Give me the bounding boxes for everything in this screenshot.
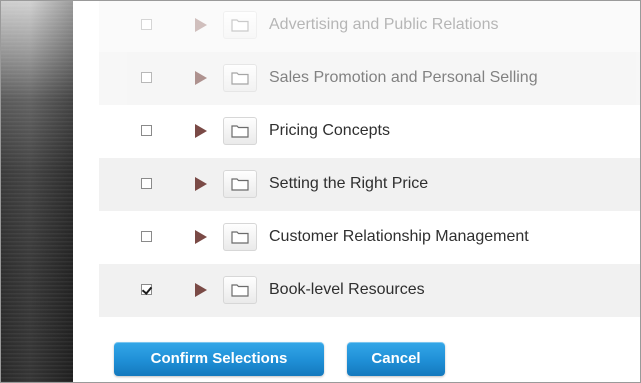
folder-icon xyxy=(223,276,257,304)
folder-icon xyxy=(223,223,257,251)
list-item: Customer Relationship Management xyxy=(99,211,640,264)
item-label: Book-level Resources xyxy=(269,281,425,298)
item-checkbox[interactable] xyxy=(141,125,152,136)
item-checkbox[interactable] xyxy=(141,72,152,83)
expand-triangle-icon[interactable] xyxy=(195,177,207,191)
cancel-button[interactable]: Cancel xyxy=(347,342,445,376)
expand-triangle-icon[interactable] xyxy=(195,18,207,32)
item-checkbox[interactable] xyxy=(141,19,152,30)
folder-icon xyxy=(223,170,257,198)
item-label: Sales Promotion and Personal Selling xyxy=(269,69,538,86)
folder-icon xyxy=(223,117,257,145)
list-item: Setting the Right Price xyxy=(99,158,640,211)
expand-triangle-icon[interactable] xyxy=(195,283,207,297)
sidebar-texture xyxy=(1,1,73,382)
item-label: Advertising and Public Relations xyxy=(269,16,499,33)
list-item: Pricing Concepts xyxy=(99,105,640,158)
item-checkbox[interactable] xyxy=(141,284,152,295)
expand-triangle-icon[interactable] xyxy=(195,230,207,244)
confirm-selections-button[interactable]: Confirm Selections xyxy=(114,342,324,376)
list-item: Sales Promotion and Personal Selling xyxy=(99,52,640,105)
expand-triangle-icon[interactable] xyxy=(195,124,207,138)
item-checkbox[interactable] xyxy=(141,231,152,242)
dialog-frame: Advertising and Public Relations Sales P… xyxy=(0,0,641,383)
item-label: Customer Relationship Management xyxy=(269,228,529,245)
list-item: Book-level Resources xyxy=(99,264,640,317)
item-label: Setting the Right Price xyxy=(269,175,429,192)
list-item: Advertising and Public Relations xyxy=(99,1,640,52)
item-checkbox[interactable] xyxy=(141,178,152,189)
item-label: Pricing Concepts xyxy=(269,122,390,139)
expand-triangle-icon[interactable] xyxy=(195,71,207,85)
folder-icon xyxy=(223,11,257,39)
folder-icon xyxy=(223,64,257,92)
